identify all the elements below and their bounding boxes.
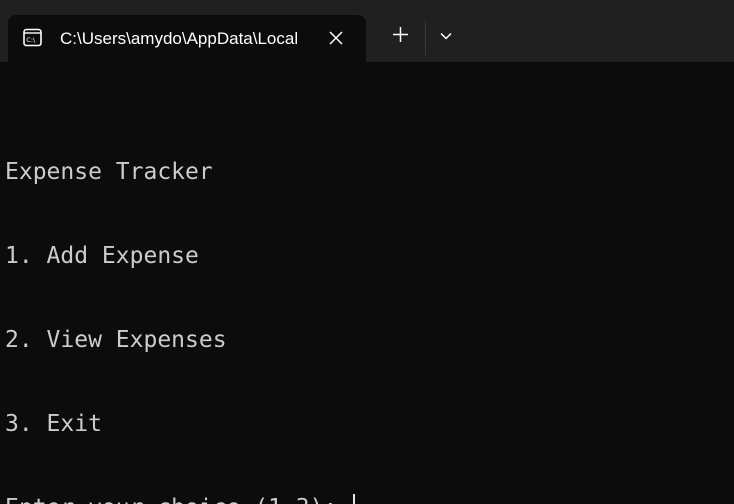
title-bar: C:\ C:\Users\amydo\AppData\Local bbox=[0, 0, 734, 62]
new-tab-button[interactable] bbox=[383, 21, 417, 53]
text-cursor bbox=[353, 494, 356, 504]
chevron-down-icon bbox=[439, 28, 453, 46]
plus-icon bbox=[392, 26, 409, 48]
terminal-icon: C:\ bbox=[23, 28, 42, 47]
terminal-output[interactable]: Expense Tracker 1. Add Expense 2. View E… bbox=[0, 62, 734, 504]
tab-title: C:\Users\amydo\AppData\Local bbox=[60, 29, 299, 48]
terminal-window: C:\ C:\Users\amydo\AppData\Local Expense… bbox=[0, 0, 734, 504]
toolbar-separator bbox=[425, 21, 426, 55]
tab-active[interactable]: C:\ C:\Users\amydo\AppData\Local bbox=[8, 15, 366, 62]
tab-dropdown-button[interactable] bbox=[432, 21, 460, 53]
prompt-text: Enter your choice (1-3): bbox=[5, 495, 351, 504]
prompt-line: Enter your choice (1-3): bbox=[5, 494, 734, 504]
close-icon[interactable] bbox=[325, 27, 347, 49]
output-line: 2. View Expenses bbox=[5, 327, 227, 353]
output-line: Expense Tracker bbox=[5, 159, 213, 185]
output-line: 1. Add Expense bbox=[5, 243, 199, 269]
output-line: 3. Exit bbox=[5, 411, 102, 437]
svg-text:C:\: C:\ bbox=[26, 36, 36, 44]
